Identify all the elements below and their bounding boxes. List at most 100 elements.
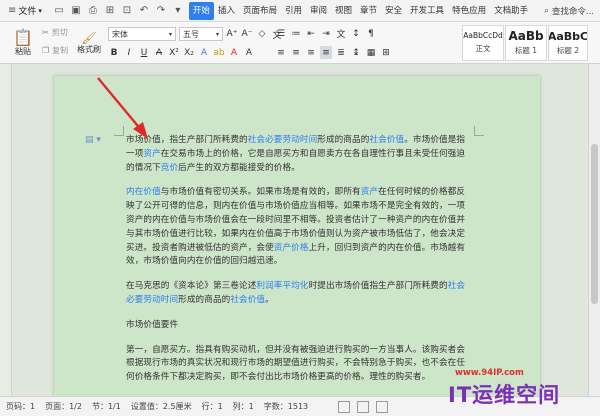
document-body[interactable]: 市场价值，指生产部门所耗费的社会必要劳动时间形成的商品的社会价值。市场价值是指一…: [126, 134, 470, 396]
line-spacing-icon[interactable]: ↨: [350, 46, 362, 59]
show-marks-icon[interactable]: ¶: [365, 27, 377, 40]
align-right-icon[interactable]: ≡: [305, 46, 317, 59]
margin-corner-mark: [114, 126, 124, 136]
paragraph-row: ☰ ≔ ⇤ ⇥ 文 ↕ ¶: [275, 27, 377, 41]
hyperlink[interactable]: 社会价值: [230, 295, 265, 305]
undo-icon[interactable]: ↶: [137, 4, 151, 18]
status-word-count[interactable]: 字数：1513: [264, 401, 308, 412]
copy-button[interactable]: ❐ 复制: [42, 45, 68, 56]
decrease-indent-icon[interactable]: ⇤: [305, 27, 317, 40]
tab-section[interactable]: 章节: [356, 2, 381, 20]
scrollbar-thumb[interactable]: [591, 144, 598, 304]
tab-insert[interactable]: 插入: [214, 2, 239, 20]
status-page-number: 页码：1: [6, 402, 36, 411]
bullet-list-icon[interactable]: ☰: [275, 27, 287, 40]
subscript-icon[interactable]: X₂: [183, 46, 195, 59]
hyperlink[interactable]: 资产: [361, 187, 378, 197]
save-icon[interactable]: ▣: [69, 4, 83, 18]
underline-icon[interactable]: U: [138, 46, 150, 59]
tab-view[interactable]: 视图: [331, 2, 356, 20]
clear-format-icon[interactable]: ◇: [256, 28, 268, 41]
command-search[interactable]: ⌕ 查找命令...: [538, 5, 600, 17]
paste-button[interactable]: 📋 粘贴: [6, 25, 40, 61]
format-painter-label: 格式刷: [77, 44, 101, 54]
text-run: 第一，自愿买方。指具有购买动机，但并没有被强迫进行购买的一方当事人。该购买者会根…: [126, 344, 466, 383]
font-grow-icon[interactable]: A⁺: [226, 28, 238, 41]
tab-references[interactable]: 引用: [281, 2, 306, 20]
cut-button[interactable]: ✂ 剪切: [42, 27, 68, 38]
copy-label: 复制: [52, 46, 69, 55]
text-run: 形成的商品的: [178, 294, 231, 305]
export-pdf-icon[interactable]: ⎙: [86, 4, 100, 18]
paste-icon: 📋: [13, 27, 33, 47]
page-view-icon[interactable]: [357, 400, 370, 413]
align-justify-icon[interactable]: ≡: [320, 46, 332, 59]
status-section: 节：1/1: [91, 402, 121, 411]
vertical-scrollbar[interactable]: [588, 64, 600, 396]
style-body-text[interactable]: AaBbCcDd 正文: [462, 25, 504, 61]
italic-icon[interactable]: I: [123, 46, 135, 59]
strikethrough-icon[interactable]: A: [153, 46, 165, 59]
shading-icon[interactable]: ▦: [365, 46, 377, 59]
font-row: 宋体 ▾ 五号 ▾ A⁺ A⁻ ◇ 文: [108, 27, 283, 41]
hyperlink[interactable]: 社会必要劳动时间: [248, 135, 318, 145]
margin-corner-mark: [474, 126, 484, 136]
sort-icon[interactable]: ↕: [350, 27, 362, 40]
font-name-select[interactable]: 宋体 ▾: [108, 27, 176, 41]
superscript-icon[interactable]: X²: [168, 46, 180, 59]
border-icon[interactable]: ⊞: [380, 46, 392, 59]
tab-home[interactable]: 开始: [188, 1, 214, 20]
style-heading-1[interactable]: AaBb 标题 1: [505, 25, 547, 61]
outline-view-icon[interactable]: [376, 400, 389, 413]
style-heading-2[interactable]: AaBbC 标题 2: [548, 25, 588, 61]
bold-icon[interactable]: B: [108, 46, 120, 59]
text-effect-icon[interactable]: A: [198, 46, 210, 59]
distribute-icon[interactable]: ≣: [335, 46, 347, 59]
align-left-icon[interactable]: ≡: [275, 46, 287, 59]
tab-page-layout[interactable]: 页面布局: [239, 2, 281, 20]
hyperlink[interactable]: 内在价值: [126, 187, 161, 197]
tab-doc-assistant[interactable]: 文档助手: [490, 2, 532, 20]
open-icon[interactable]: ▭: [52, 4, 66, 18]
font-size-select[interactable]: 五号 ▾: [179, 27, 223, 41]
tab-security[interactable]: 安全: [381, 2, 406, 20]
paste-label: 粘贴: [15, 46, 31, 56]
hyperlink[interactable]: 竞价: [161, 163, 178, 173]
hyperlink[interactable]: 资产价格: [274, 243, 309, 253]
status-setting: 设置值：2.5厘米: [130, 402, 192, 411]
paragraph-handle-icon[interactable]: ▤ ▾: [85, 135, 101, 145]
chinese-layout-icon[interactable]: 文: [335, 27, 347, 40]
section-heading: 市场价值要件: [126, 319, 179, 330]
watermark-brand: IT运维空间: [448, 383, 561, 407]
format-painter-button[interactable]: 🖌 格式刷: [76, 25, 102, 61]
tab-developer[interactable]: 开发工具: [406, 2, 448, 20]
paragraph-1: 市场价值，指生产部门所耗费的社会必要劳动时间形成的商品的社会价值。市场价值是指一…: [126, 134, 470, 175]
hyperlink[interactable]: 资产: [143, 149, 160, 159]
increase-indent-icon[interactable]: ⇥: [320, 27, 332, 40]
ribbon-tab-bar: ≡ 文件 ▾ ▭ ▣ ⎙ ⊞ ⊡ ↶ ↷ ▾ 开始 插入 页面布局 引用 审阅 …: [0, 0, 600, 22]
eye-icon[interactable]: [338, 400, 351, 413]
hyperlink[interactable]: 社会价值: [369, 135, 404, 145]
char-border-icon[interactable]: A: [243, 46, 255, 59]
print-icon[interactable]: ⊞: [103, 4, 117, 18]
style-label: 标题 2: [556, 45, 580, 55]
search-icon: ⌕: [544, 5, 549, 16]
align-center-icon[interactable]: ≡: [290, 46, 302, 59]
preview-icon[interactable]: ⊡: [120, 4, 134, 18]
chevron-down-icon: ▾: [168, 30, 172, 38]
redo-icon[interactable]: ↷: [154, 4, 168, 18]
font-color-icon[interactable]: A: [228, 46, 240, 59]
hyperlink[interactable]: 利润率平均化: [256, 281, 308, 291]
document-page[interactable]: ▤ ▾ 市场价值，指生产部门所耗费的社会必要劳动时间形成的商品的社会价值。市场价…: [54, 76, 540, 396]
numbered-list-icon[interactable]: ≔: [290, 27, 302, 40]
file-menu-label: 文件: [18, 7, 37, 17]
text-run: 。: [265, 294, 274, 305]
tab-review[interactable]: 审阅: [306, 2, 331, 20]
font-format-row: B I U A X² X₂ A ab A A: [108, 46, 255, 59]
font-shrink-icon[interactable]: A⁻: [241, 28, 253, 41]
file-menu[interactable]: ≡ 文件 ▾: [4, 2, 46, 20]
text-run: 后产生的双方都能接受的价格。: [178, 162, 300, 173]
tab-special[interactable]: 特色应用: [448, 2, 490, 20]
more-icon[interactable]: ▾: [171, 4, 185, 18]
highlight-icon[interactable]: ab: [213, 46, 225, 59]
